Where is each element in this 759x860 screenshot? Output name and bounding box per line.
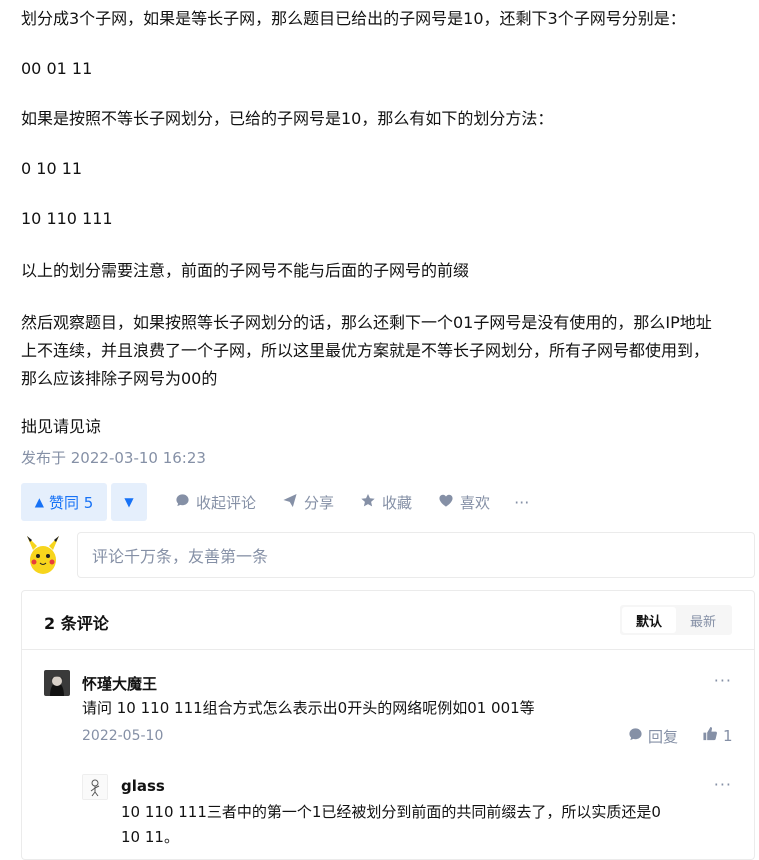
comment-text: 10 110 111三者中的第一个1已经被划分到前面的共同前缀去了，所以实质还是… — [121, 803, 661, 821]
like-label: 喜欢 — [460, 493, 491, 512]
article-paragraph: 00 01 11 — [21, 59, 93, 78]
comment-like-count: 1 — [723, 726, 733, 745]
favorite-button[interactable]: 收藏 — [360, 492, 412, 513]
comment-input-placeholder: 评论千万条，友善第一条 — [92, 547, 269, 566]
article-paragraph: 如果是按照不等长子网划分，已给的子网号是10，那么有如下的划分方法： — [21, 109, 554, 128]
article-paragraph: 0 10 11 — [21, 159, 83, 178]
upvote-button[interactable]: ▲ 赞同 5 — [21, 483, 107, 521]
comment-author-name[interactable]: 怀瑾大魔王 — [82, 673, 157, 694]
article-paragraph: 那么应该排除子网号为00的 — [21, 369, 218, 388]
article-paragraph: 以上的划分需要注意，前面的子网号不能与后面的子网号的前缀 — [21, 261, 470, 280]
article-paragraph: 10 110 111 — [21, 209, 113, 228]
star-icon — [360, 493, 376, 512]
paper-plane-icon — [282, 493, 298, 512]
comments-panel-header: 2 条评论 默认 最新 — [22, 591, 754, 650]
comment-like-button[interactable]: 1 — [702, 726, 733, 745]
comment-bubble-icon — [628, 727, 643, 746]
like-button[interactable]: 喜欢 — [438, 492, 490, 513]
upvote-label: 赞同 5 — [48, 493, 94, 512]
comments-panel: 2 条评论 默认 最新 怀瑾大魔王 ··· 请问 10 110 111组合方式怎… — [21, 590, 755, 860]
article-paragraph: 然后观察题目，如果按照等长子网划分的话，那么还剩下一个01子网号是没有使用的，那… — [21, 313, 712, 332]
comment-reply-label: 回复 — [648, 728, 679, 746]
comment-more-button[interactable]: ··· — [714, 775, 732, 794]
collapse-comments-label: 收起评论 — [196, 493, 257, 512]
article-paragraph: 上不连续，并且浪费了一个子网，所以这里最优方案就是不等长子网划分，所有子网号都使… — [21, 341, 710, 360]
more-actions-button[interactable]: ··· — [514, 493, 529, 512]
favorite-label: 收藏 — [382, 493, 413, 512]
current-user-avatar — [21, 534, 65, 578]
sort-default-button[interactable]: 默认 — [622, 607, 676, 633]
comment-author-avatar[interactable] — [82, 774, 108, 800]
publish-time: 发布于 2022-03-10 16:23 — [21, 449, 206, 467]
article-paragraph: 划分成3个子网，如果是等长子网，那么题目已给出的子网号是10，还剩下3个子网号分… — [21, 9, 686, 28]
comment-text: 10 11。 — [121, 828, 179, 846]
downvote-button[interactable]: ▼ — [111, 483, 147, 521]
article-paragraph: 拙见请见谅 — [21, 417, 102, 436]
share-button[interactable]: 分享 — [282, 492, 334, 513]
comment-author-avatar[interactable] — [44, 670, 70, 696]
comment-bubble-icon — [175, 493, 190, 512]
action-bar: ▲ 赞同 5 ▼ 收起评论 分享 收藏 喜欢 ··· — [21, 483, 529, 521]
comment-author-name[interactable]: glass — [121, 777, 165, 795]
comments-count-title: 2 条评论 — [44, 614, 109, 633]
thumbs-up-icon — [702, 726, 718, 745]
triangle-down-icon: ▼ — [124, 495, 134, 509]
share-label: 分享 — [304, 493, 335, 512]
comment-date: 2022-05-10 — [82, 728, 164, 744]
collapse-comments-button[interactable]: 收起评论 — [175, 492, 256, 513]
comment-more-button[interactable]: ··· — [714, 671, 732, 690]
triangle-up-icon: ▲ — [34, 495, 44, 509]
heart-icon — [438, 493, 454, 512]
comment-text: 请问 10 110 111组合方式怎么表示出0开头的网络呢例如01 001等 — [82, 699, 535, 717]
comment-input[interactable]: 评论千万条，友善第一条 — [77, 532, 755, 578]
comment-reply-button[interactable]: 回复 — [628, 726, 678, 747]
comment-sort-toggle: 默认 最新 — [620, 605, 732, 635]
more-dots-icon: ··· — [514, 492, 530, 512]
sort-latest-button[interactable]: 最新 — [676, 607, 730, 633]
